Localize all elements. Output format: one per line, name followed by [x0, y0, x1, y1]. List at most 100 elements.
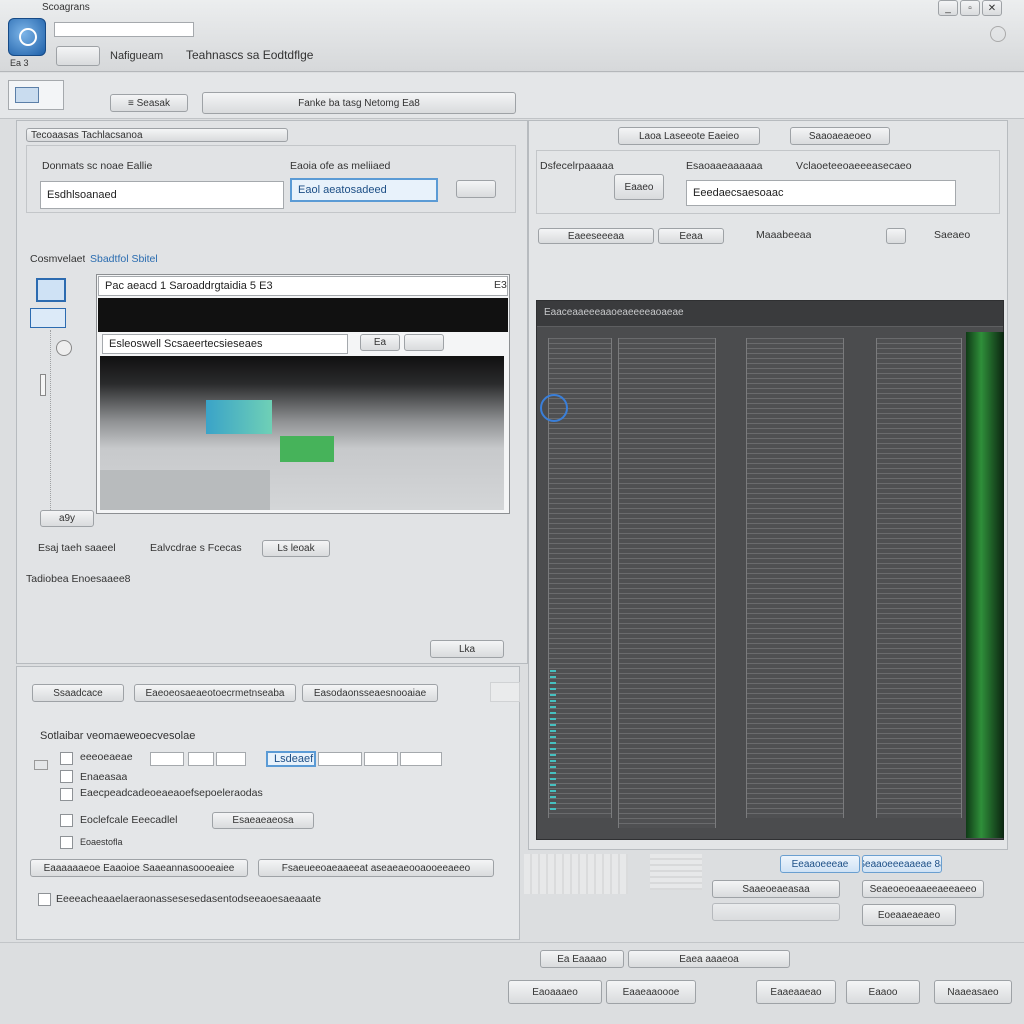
- check4-label: Eoclefcale Eeecadlel: [80, 814, 178, 826]
- code-editor-title: Eaaceaaeeeaaoeaeeeeaoaeae: [544, 307, 684, 318]
- preview-cyan-block: [206, 400, 272, 434]
- right-bottom-button-3[interactable]: Eoeaaeaeaeo: [862, 904, 956, 926]
- right-select-field[interactable]: Eeedaecsaesoaac: [686, 180, 956, 206]
- section-label-blue: Sbadtfol Sbitel: [90, 253, 158, 265]
- bottom-heading: Sotlaibar veomaeweoecvesolae: [40, 730, 196, 742]
- bottom-button-2[interactable]: Eaeoeosaeaeotoecrmetnseaba: [134, 684, 296, 702]
- long-toolbar-field[interactable]: Fanke ba tasg Netomg Ea8: [202, 92, 516, 114]
- settings-icon[interactable]: [990, 26, 1006, 42]
- tree-line: [50, 330, 51, 510]
- tag-icon[interactable]: [30, 308, 66, 328]
- footer-checkbox[interactable]: [38, 893, 51, 906]
- small-toolbar-button[interactable]: ≡ Seasak: [110, 94, 188, 112]
- tab-bar[interactable]: Tecoaasas Tachlacsanoa: [26, 128, 288, 142]
- right-small-field[interactable]: Eaaeo: [614, 174, 664, 200]
- right-label-c: Vclaoeteeoaeeeasecaeo: [796, 160, 912, 172]
- bottom-button-1[interactable]: Ssaadcace: [32, 684, 124, 702]
- app-icon-label: Ea 3: [10, 58, 29, 68]
- node-circle-icon[interactable]: [56, 340, 72, 356]
- minimize-button[interactable]: _: [938, 0, 958, 16]
- right-bottom-tab-2[interactable]: Seaaoeeeaaeae 8a: [862, 855, 942, 873]
- footer-button-5[interactable]: Naaeasaeo: [934, 980, 1012, 1004]
- wide-field[interactable]: Eaaaaaaeoe Eaaoioe Saaeannasoooeaiee: [30, 859, 248, 877]
- blue-field[interactable]: Eaol aeatosadeed: [290, 178, 438, 202]
- footer-button-1[interactable]: Eaoaaaeo: [508, 980, 602, 1004]
- line1-left-marker: [34, 760, 48, 770]
- preview-inner-button-2[interactable]: [404, 334, 444, 351]
- green-side-panel: [966, 332, 1004, 838]
- close-icon: ✕: [987, 2, 997, 14]
- line1-label: eeeoeaeae: [80, 751, 133, 763]
- line1-field-3[interactable]: [216, 752, 246, 766]
- folder-icon[interactable]: [36, 278, 66, 302]
- cyan-gutter: [550, 670, 556, 810]
- footer-button-4[interactable]: Eaaoo: [846, 980, 920, 1004]
- check4-field[interactable]: Esaeaeaeosa: [212, 812, 314, 829]
- close-button[interactable]: ✕: [982, 0, 1002, 16]
- footer-button-3[interactable]: Eaaeaaeao: [756, 980, 836, 1004]
- preview-inner-field[interactable]: Esleoswell Scsaeertecsieseaes: [102, 334, 348, 354]
- checkbox-5[interactable]: [60, 836, 73, 849]
- right-top-button-2[interactable]: Saaoaeaeoeo: [790, 127, 890, 145]
- line1-field-2[interactable]: [188, 752, 214, 766]
- status-center-field-2[interactable]: Eaea aaaeoa: [628, 950, 790, 968]
- right-label-b: Esaoaaeaaaaaa: [686, 160, 763, 172]
- title-field[interactable]: [54, 22, 194, 37]
- preview-dark-band: [98, 298, 508, 332]
- restore-button[interactable]: ▫: [960, 0, 980, 16]
- preview-address-right: E3: [494, 279, 507, 291]
- row1-button[interactable]: Ls leoak: [262, 540, 330, 557]
- preview-inner-button[interactable]: Ea: [360, 334, 400, 351]
- app-icon: [8, 18, 46, 56]
- line1-field-4[interactable]: [318, 752, 362, 766]
- cursor-circle-icon: [540, 394, 568, 422]
- footer-check-label: Eeeeacheaaelaeraonassesesedasentodseeaoe…: [56, 893, 322, 905]
- preview-slab: [100, 470, 270, 510]
- code-column-3: [746, 338, 844, 818]
- right-bottom-button-1[interactable]: Saaeoeaeasaa: [712, 880, 840, 898]
- right-bottom-tab-1[interactable]: Eeaaoeeeae: [780, 855, 860, 873]
- right-chip-3: Maaabeeaa: [756, 229, 812, 241]
- status-center-field[interactable]: Ea Eaaaao: [540, 950, 624, 968]
- address-field[interactable]: [8, 80, 64, 110]
- restore-icon: ▫: [968, 2, 972, 14]
- menu-item-teahnascs[interactable]: Teahnascs sa Eodtdflge: [186, 48, 313, 62]
- right-chip-2[interactable]: Eeaa: [658, 228, 724, 244]
- line1-field-5[interactable]: [364, 752, 398, 766]
- checkbox-3[interactable]: [60, 788, 73, 801]
- minimize-icon: _: [945, 2, 951, 14]
- right-bottom-ghost[interactable]: [712, 903, 840, 921]
- right-bottom-button-2[interactable]: Seaeoeoeaaeeaeeaeeo: [862, 880, 984, 898]
- wide-field-blue[interactable]: Fsaeueeoaeaaeeat aseaeaeooaooeeaeeo: [258, 859, 494, 877]
- field-label: Donmats sc noae Eallie: [42, 160, 153, 172]
- checkbox-2[interactable]: [60, 770, 73, 783]
- checkbox-4[interactable]: [60, 814, 73, 827]
- section-label: Cosmvelaet: [30, 253, 86, 265]
- corner-button[interactable]: Lka: [430, 640, 504, 658]
- preview-address[interactable]: Pac aeacd 1 Saroaddrgtaidia 5 E3: [98, 276, 508, 296]
- checkbox-1[interactable]: [60, 752, 73, 765]
- line1-field-blue[interactable]: Lsdeaef: [266, 751, 316, 767]
- bottom-button-3[interactable]: Easodaonsseaesnooaiae: [302, 684, 438, 702]
- check3-label: Eaecpeadcadeoeaeaoefsepoeleraodas: [80, 787, 263, 799]
- right-chip-divider[interactable]: [886, 228, 906, 244]
- row2-label: Tadiobea Enoesaaee8: [26, 573, 131, 585]
- scroll-handle[interactable]: [40, 374, 46, 396]
- name-field[interactable]: Esdhlsoanaed: [40, 181, 284, 209]
- footer-button-2[interactable]: Eaaeaaoooe: [606, 980, 696, 1004]
- bottom-right-ghost: [490, 682, 520, 702]
- line1-field-6[interactable]: [400, 752, 442, 766]
- small-label-button[interactable]: a9y: [40, 510, 94, 527]
- grid-ghost-1: [524, 854, 628, 894]
- browse-button[interactable]: [456, 180, 496, 198]
- toolbar-button-1[interactable]: [56, 46, 100, 66]
- row1-label-a: Esaj taeh saaeel: [38, 542, 116, 554]
- grid-ghost-2: [650, 854, 702, 890]
- right-chip-4: Saeaeo: [934, 229, 971, 241]
- monitor-icon: [15, 87, 39, 103]
- line1-field[interactable]: [150, 752, 184, 766]
- code-column-4: [876, 338, 962, 818]
- right-top-button-1[interactable]: Laoa Laseeote Eaeieo: [618, 127, 760, 145]
- right-chip-1[interactable]: Eaeeseeeaa: [538, 228, 654, 244]
- menu-item-nafigueam[interactable]: Nafigueam: [110, 50, 163, 62]
